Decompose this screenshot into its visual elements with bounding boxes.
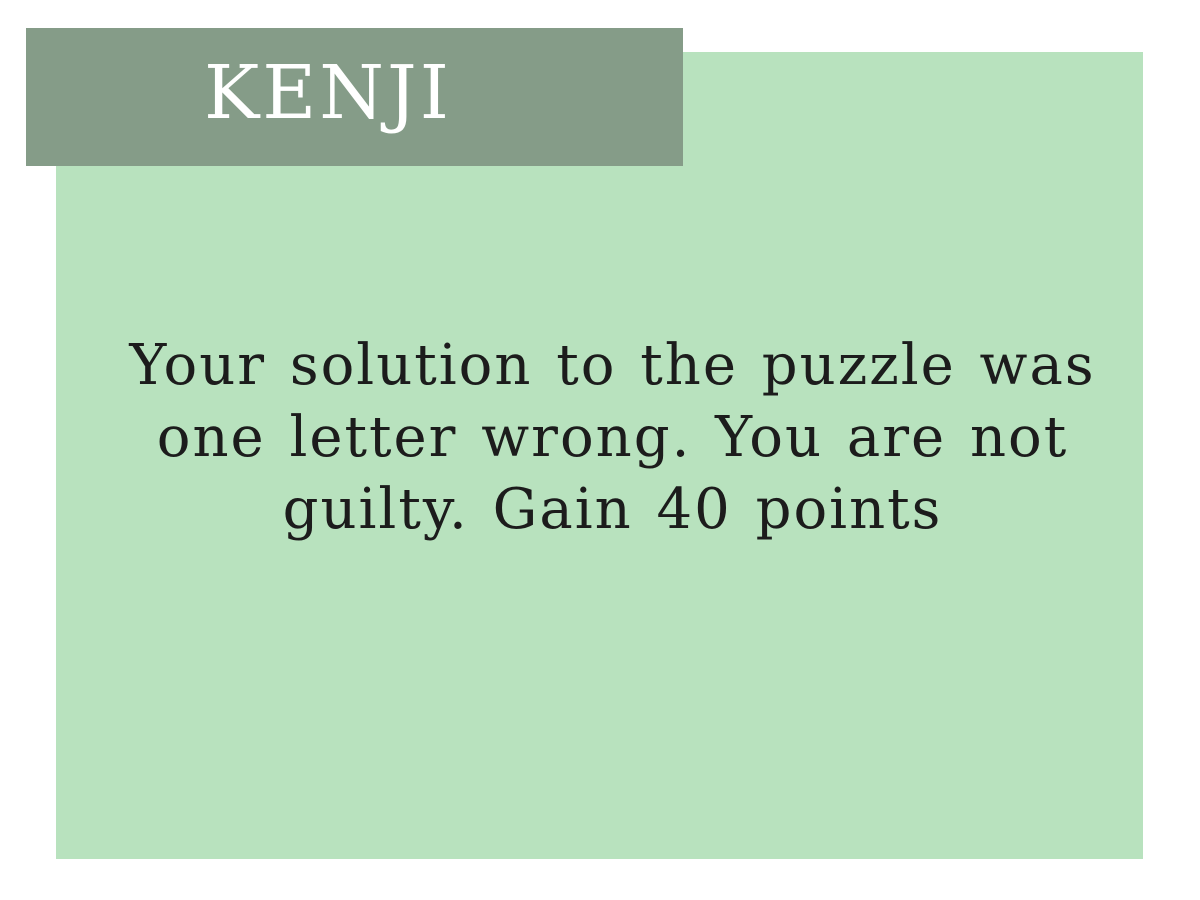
- result-card-screen: KENJI Your solution to the puzzle was on…: [0, 0, 1200, 900]
- result-message: Your solution to the puzzle was one lett…: [129, 333, 1096, 542]
- character-name: KENJI: [204, 50, 452, 136]
- character-name-banner: KENJI: [26, 28, 683, 166]
